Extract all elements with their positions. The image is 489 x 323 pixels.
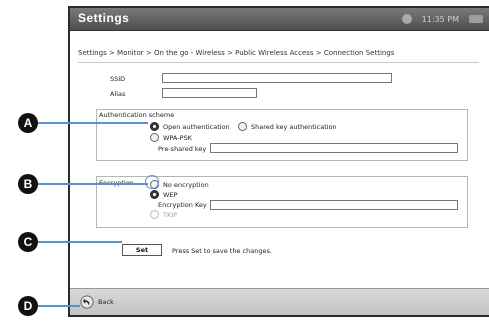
ssid-label: SSID (110, 75, 126, 83)
title-bar: Settings 11:35 PM (70, 8, 489, 31)
callout-a-line (38, 122, 148, 124)
callout-a: A (18, 113, 38, 133)
callout-d: D (18, 296, 38, 316)
set-button[interactable]: Set (122, 244, 162, 256)
encryption-key-label: Encryption Key (158, 201, 207, 209)
callout-c: C (18, 232, 38, 252)
no-encryption-label: No encryption (163, 181, 209, 189)
radio-tkip[interactable] (150, 210, 159, 219)
content-area: Settings > Monitor > On the go - Wireles… (70, 31, 489, 275)
set-hint: Press Set to save the changes. (172, 247, 272, 255)
pre-shared-key-input[interactable] (210, 143, 458, 153)
network-icon (401, 14, 412, 24)
authentication-group-label: Authentication scheme (99, 111, 175, 119)
wpa-psk-label: WPA-PSK (163, 134, 192, 142)
radio-wpa-psk[interactable] (150, 133, 159, 142)
battery-icon (469, 15, 483, 23)
breadcrumb: Settings > Monitor > On the go - Wireles… (78, 49, 395, 57)
callout-b-highlight (145, 175, 159, 189)
alias-label: Alias (110, 90, 126, 98)
breadcrumb-divider (78, 62, 479, 63)
back-arrow-icon (80, 295, 94, 309)
back-button[interactable]: Back (80, 294, 114, 310)
radio-wep[interactable] (150, 190, 159, 199)
app-title: Settings (78, 11, 130, 25)
status-area: 11:35 PM (401, 13, 483, 25)
ssid-input[interactable] (162, 73, 392, 83)
radio-open-authentication[interactable] (150, 122, 159, 131)
tkip-label: TKIP (163, 211, 178, 219)
callout-c-line (38, 241, 122, 243)
encryption-key-input[interactable] (210, 200, 458, 210)
callout-d-line (38, 305, 80, 307)
radio-shared-key-authentication[interactable] (238, 122, 247, 131)
callout-b-line (38, 183, 148, 185)
wep-label: WEP (163, 191, 178, 199)
bottom-bar: Back (70, 288, 489, 315)
open-authentication-label: Open authentication (163, 123, 230, 131)
device-screen: Settings 11:35 PM Settings > Monitor > O… (68, 6, 489, 317)
pre-shared-key-label: Pre-shared key (158, 145, 207, 153)
callout-b: B (18, 174, 38, 194)
status-time: 11:35 PM (421, 14, 459, 24)
alias-input[interactable] (162, 88, 257, 98)
back-label: Back (98, 298, 114, 306)
shared-key-authentication-label: Shared key authentication (251, 123, 337, 131)
